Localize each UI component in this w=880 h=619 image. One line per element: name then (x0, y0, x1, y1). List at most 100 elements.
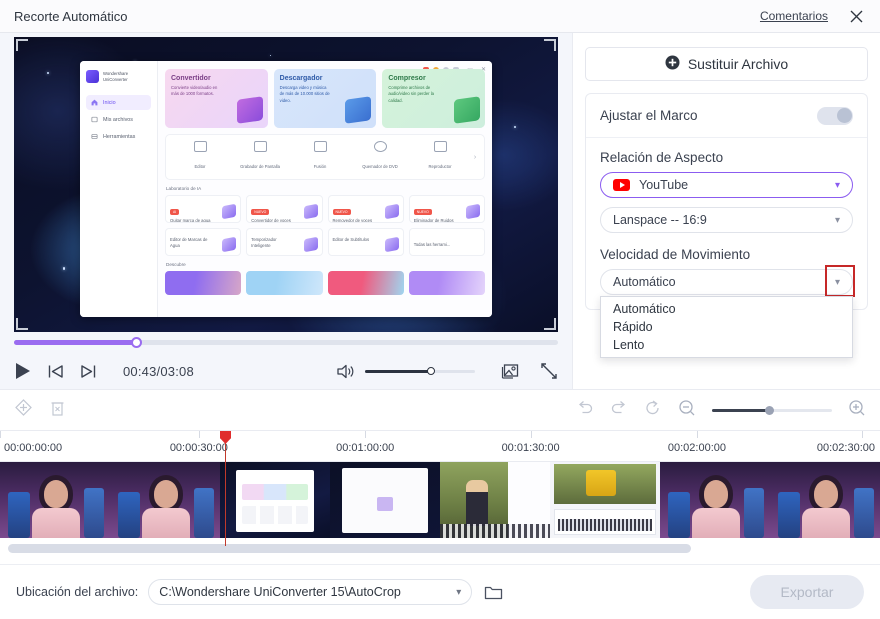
video-stage[interactable]: Wondershare UniConverter Inicio Mis arch… (14, 37, 558, 333)
aspect-ratio-value: YouTube (639, 178, 689, 192)
recorded-ai-label: Eliminador de Ruidos (413, 218, 454, 223)
motion-speed-value: Automático (613, 275, 676, 289)
filmstrip-frame[interactable] (0, 462, 110, 538)
dropdown-option-lento[interactable]: Lento (601, 336, 852, 354)
filmstrip-frame[interactable] (110, 462, 220, 538)
previous-frame-icon[interactable] (47, 363, 64, 380)
recorded-card-title: Descargador (279, 75, 323, 82)
folder-icon[interactable] (484, 584, 503, 601)
recorded-card-desc: Descarga video y música de más de 10.000… (279, 85, 330, 103)
page-title: Recorte Automático (14, 8, 128, 24)
home-icon (91, 99, 98, 106)
window-title-bar: Recorte Automático Comentarios (0, 0, 880, 33)
next-frame-icon[interactable] (80, 363, 97, 380)
toggle-knob (836, 108, 852, 123)
recorded-card-title: Convertidor (171, 75, 211, 82)
play-icon[interactable] (14, 362, 31, 380)
undo-icon[interactable] (576, 399, 594, 422)
close-icon[interactable] (846, 6, 866, 26)
dropdown-option-rapido[interactable]: Rápido (601, 318, 852, 336)
recorded-tool-label: Reproductor (428, 164, 452, 169)
comments-link[interactable]: Comentarios (760, 9, 828, 23)
recorded-app-sidebar: Wondershare UniConverter Inicio Mis arch… (80, 61, 158, 317)
motion-speed-dropdown-menu[interactable]: Automático Rápido Lento (600, 296, 853, 358)
settings-card: Ajustar el Marco Relación de Aspecto You… (585, 93, 868, 358)
filmstrip-frame[interactable] (440, 462, 550, 538)
bottom-bar: Ubicación del archivo: C:\Wondershare Un… (0, 564, 880, 619)
recorded-card-descargador: Descargador Descarga video y música de m… (273, 69, 377, 128)
recorded-ai-card: NUEVO Removedor de voces (327, 195, 404, 223)
recorded-app-logo-text: Wondershare UniConverter (103, 70, 129, 82)
status-badge: NUEVO (413, 209, 432, 215)
ai-illustration-icon (303, 236, 318, 253)
timeline-zoom-handle[interactable] (765, 405, 775, 415)
recorded-ai-card: Editor de Subtítulos (327, 228, 404, 256)
filmstrip-frame[interactable] (330, 462, 440, 538)
filmstrip-frame[interactable] (220, 462, 330, 538)
recorded-app-cards: Convertidor Convierte video/audio en más… (165, 69, 486, 128)
fit-frame-toggle[interactable] (817, 106, 853, 125)
recorded-nav-item-inicio: Inicio (86, 95, 151, 110)
timeline-zoom-slider[interactable] (712, 405, 832, 415)
dropdown-option-automatico[interactable]: Automático (601, 300, 852, 318)
recorded-tool-label: Fusión (313, 164, 327, 169)
tools-icon (91, 133, 98, 140)
aspect-ratio-label: Relación de Aspecto (600, 150, 724, 165)
playhead-line (225, 431, 226, 546)
reset-icon[interactable] (644, 399, 662, 422)
status-badge: NUEVO (332, 209, 351, 215)
editor-icon (193, 141, 207, 152)
motion-speed-select[interactable]: Automático ▾ (600, 269, 853, 295)
playback-progress-slider[interactable] (14, 337, 558, 349)
crop-handle-bottom-right[interactable] (544, 318, 556, 331)
chevron-down-icon[interactable]: ▾ (456, 587, 461, 598)
fullscreen-icon[interactable] (540, 362, 558, 380)
timeline-filmstrip[interactable] (0, 462, 880, 538)
compress-illustration-icon (454, 96, 481, 124)
recorded-ai-section-title: Laboratorio de IA (166, 186, 202, 191)
snapshot-icon[interactable] (501, 362, 520, 380)
file-path-input[interactable]: C:\Wondershare UniConverter 15\AutoCrop … (148, 579, 473, 605)
add-keyframe-icon[interactable] (14, 398, 33, 422)
volume-slider[interactable] (365, 367, 475, 376)
aspect-ratio-select[interactable]: YouTube ▾ (600, 172, 853, 198)
ai-illustration-icon (466, 203, 480, 220)
filmstrip-frame[interactable] (660, 462, 770, 538)
timeline-horizontal-scrollbar[interactable] (8, 544, 691, 553)
recorded-ai-label: Convertidor de voces (251, 218, 291, 223)
crop-handle-top-left[interactable] (16, 39, 28, 51)
settings-body: Relación de Aspecto YouTube ▾ Lanspace -… (586, 138, 867, 358)
filmstrip-frame[interactable] (550, 462, 660, 538)
zoom-out-icon[interactable] (678, 399, 696, 422)
recorded-tool-editor: Editor (170, 141, 230, 173)
playback-time: 00:43/03:08 (123, 363, 194, 379)
redo-icon[interactable] (610, 399, 628, 422)
export-button[interactable]: Exportar (750, 575, 864, 609)
recorded-nav-item-herramientas: Herramientas (86, 129, 151, 144)
settings-panel: Sustituir Archivo Ajustar el Marco Relac… (572, 33, 880, 389)
replace-file-button[interactable]: Sustituir Archivo (585, 47, 868, 81)
crop-handle-bottom-left[interactable] (16, 318, 28, 331)
volume-icon[interactable] (336, 363, 355, 380)
filmstrip-frame[interactable] (770, 462, 880, 538)
recorded-card-desc: Convierte video/audio en más de 1000 for… (171, 85, 218, 97)
ai-illustration-icon (303, 203, 318, 220)
recorded-ai-row-1: AI Quitar marca de agua 2.0 NUEVO Conver… (165, 195, 485, 223)
zoom-in-icon[interactable] (848, 399, 866, 422)
recorded-nav-label: Inicio (103, 99, 116, 106)
volume-handle[interactable] (427, 367, 435, 376)
layout-value: Lanspace -- 16:9 (613, 213, 707, 227)
crop-handle-top-right[interactable] (544, 39, 556, 51)
status-badge: NUEVO (251, 209, 270, 215)
fit-frame-row: Ajustar el Marco (586, 94, 867, 138)
motion-speed-label: Velocidad de Movimiento (600, 247, 751, 262)
files-icon (91, 116, 98, 123)
recorded-card-convertidor: Convertidor Convierte video/audio en más… (165, 69, 268, 128)
timeline-ruler[interactable]: 00:00:00:00 00:00:30:00 00:01:00:00 00:0… (0, 431, 880, 462)
recorded-ai-label: Removedor de voces (332, 218, 373, 223)
delete-icon[interactable] (49, 399, 66, 422)
recorded-tool-dvd: Quemador de DVD (350, 141, 410, 173)
layout-select[interactable]: Lanspace -- 16:9 ▾ (600, 207, 853, 233)
player-icon (433, 141, 447, 152)
recorded-tool-label: Editor (194, 164, 206, 169)
